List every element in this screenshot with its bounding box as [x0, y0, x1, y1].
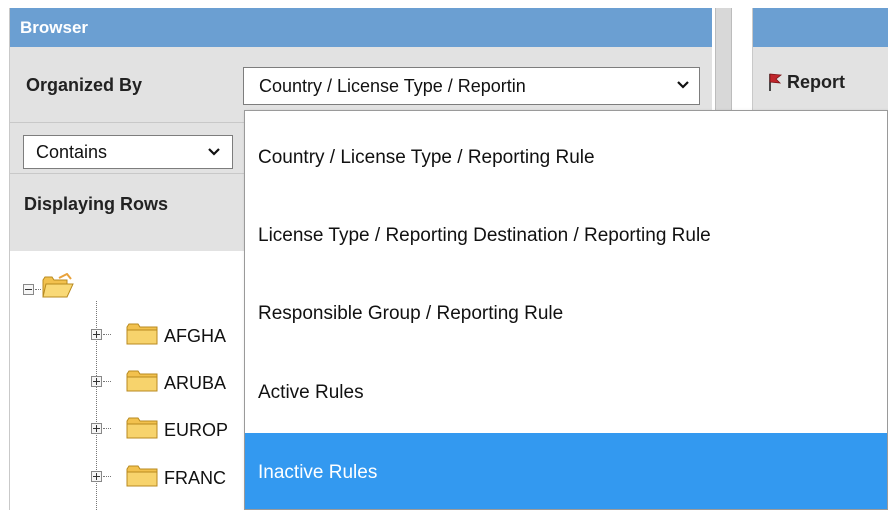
tree-node-label[interactable]: FRANC	[164, 468, 226, 489]
browser-panel-title: Browser	[10, 8, 713, 47]
chevron-down-icon	[677, 81, 689, 89]
report-column-label: Report	[787, 72, 845, 92]
dropdown-option-selected[interactable]: Inactive Rules	[245, 433, 887, 509]
displaying-rows-label: Displaying Rows	[24, 194, 169, 214]
filter-operator-value: Contains	[36, 142, 108, 162]
dropdown-option[interactable]: Active Rules	[245, 353, 887, 433]
organized-by-select[interactable]: Country / License Type / Reportin	[243, 67, 700, 105]
tree-connector	[103, 381, 111, 382]
folder-icon	[126, 323, 158, 345]
flag-icon	[769, 73, 783, 91]
tree-connector	[103, 476, 111, 477]
open-folder-icon	[42, 273, 74, 298]
dropdown-option[interactable]: Country / License Type / Reporting Rule	[245, 118, 887, 198]
folder-icon	[126, 370, 158, 392]
filter-operator-select[interactable]: Contains	[23, 135, 233, 169]
expand-icon[interactable]	[91, 376, 102, 387]
tree-node-label[interactable]: EUROP	[164, 420, 228, 441]
organized-by-value: Country / License Type / Reportin	[259, 76, 526, 96]
chevron-down-icon	[208, 148, 220, 156]
organized-by-dropdown-list: Country / License Type / Reporting Rule …	[244, 110, 888, 510]
folder-icon	[126, 417, 158, 439]
expand-icon[interactable]	[91, 423, 102, 434]
dropdown-option[interactable]: Responsible Group / Reporting Rule	[245, 274, 887, 354]
collapse-icon[interactable]	[23, 284, 34, 295]
folder-icon	[126, 465, 158, 487]
tree-node-label[interactable]: ARUBA	[164, 373, 226, 394]
expand-icon[interactable]	[91, 471, 102, 482]
report-panel-header	[753, 8, 888, 47]
tree-connector	[103, 334, 111, 335]
tree-connector	[103, 428, 111, 429]
organized-by-label: Organized By	[26, 75, 143, 95]
tree-node-label[interactable]: AFGHA	[164, 326, 226, 347]
tree-connector	[35, 289, 41, 290]
dropdown-option[interactable]: License Type / Reporting Destination / R…	[245, 196, 887, 276]
expand-icon[interactable]	[91, 329, 102, 340]
